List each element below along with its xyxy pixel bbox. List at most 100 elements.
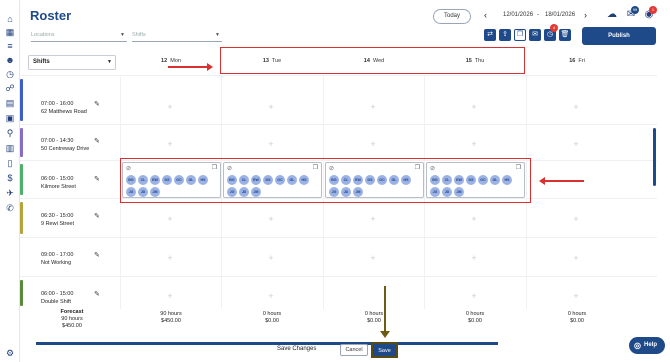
add-shift-icon[interactable]: +: [266, 214, 276, 224]
shift-time: 07:00 - 16:00: [41, 101, 74, 107]
clock-icon[interactable]: ◷: [5, 69, 15, 79]
shift-label: 06:00 - 15:00 Kilmore Street ✎: [20, 161, 119, 198]
next-week-icon[interactable]: ›: [584, 10, 587, 20]
add-shift-icon[interactable]: +: [368, 253, 378, 263]
plane-icon[interactable]: ✈: [5, 188, 15, 198]
chevron-down-icon: ▼: [215, 32, 220, 38]
add-shift-icon[interactable]: +: [165, 214, 175, 224]
vertical-scrollbar[interactable]: [653, 128, 656, 186]
dashboard-icon[interactable]: ▦: [5, 27, 15, 37]
prev-week-icon[interactable]: ‹: [484, 10, 487, 20]
add-shift-icon[interactable]: +: [165, 139, 175, 149]
location-icon[interactable]: ⚲: [5, 128, 15, 138]
date-from[interactable]: 12/01/2026: [503, 12, 533, 18]
forecast-total: Forecast 90 hours $450.00: [40, 309, 104, 330]
shift-location: Not Working: [41, 260, 72, 266]
shift-color-bar: [20, 202, 23, 234]
document-icon[interactable]: ▤: [5, 98, 15, 108]
shifts-placeholder: Shifts: [132, 32, 146, 38]
add-shift-icon[interactable]: +: [266, 139, 276, 149]
shift-color-bar: [20, 128, 23, 157]
shift-row: 06:00 - 15:00 Double Shift ✎ + + + +: [20, 276, 657, 309]
shifts-filter-select[interactable]: Shifts ▼: [132, 28, 222, 42]
add-shift-icon[interactable]: +: [469, 139, 479, 149]
edit-icon[interactable]: ✎: [94, 100, 100, 108]
edit-icon[interactable]: ✎: [94, 251, 100, 259]
shift-color-bar: [20, 164, 23, 195]
shift-row: 06:30 - 15:00 9 Rewi Street ✎ + + + + +: [20, 198, 657, 237]
home-icon[interactable]: ⌂: [5, 14, 15, 24]
edit-icon[interactable]: ✎: [94, 175, 100, 183]
forecast-cost: $450.00: [161, 318, 181, 324]
delete-button[interactable]: 🗑: [559, 29, 571, 41]
shift-location: 9 Rewi Street: [41, 221, 75, 227]
shift-location: Kilmore Street: [41, 184, 76, 190]
email-button[interactable]: ✉: [529, 29, 541, 41]
shift-time: 06:30 - 15:00: [41, 213, 74, 219]
forecast-total-hours: 90 hours: [61, 316, 83, 322]
add-shift-icon[interactable]: +: [571, 214, 581, 224]
forecast-hours: 90 hours: [160, 311, 182, 317]
money-icon[interactable]: $: [5, 173, 15, 183]
add-shift-icon[interactable]: +: [165, 102, 175, 112]
publish-button[interactable]: Publish: [582, 27, 656, 45]
forecast-cost: $0.00: [570, 318, 584, 324]
annotation-arrow-down: [380, 286, 390, 338]
view-select[interactable]: Shifts ▼: [28, 55, 116, 70]
add-shift-icon[interactable]: +: [368, 214, 378, 224]
add-shift-icon[interactable]: +: [571, 291, 581, 301]
annotation-arrow-right: [168, 63, 213, 71]
add-shift-icon[interactable]: +: [368, 139, 378, 149]
add-shift-icon[interactable]: +: [469, 291, 479, 301]
org-chart-icon[interactable]: ☍: [5, 83, 15, 93]
locations-select[interactable]: Locations ▼: [31, 28, 127, 42]
shift-label: 06:00 - 15:00 Double Shift ✎: [20, 277, 119, 309]
help-label: Help: [644, 342, 658, 348]
mail-badge: 99: [631, 6, 639, 14]
annotation-highlight-days: [220, 47, 525, 74]
shift-time: 09:00 - 17:00: [41, 252, 74, 258]
chevron-down-icon: ▼: [107, 59, 112, 65]
shift-location: 50 Centreway Drive: [41, 146, 90, 152]
book-icon[interactable]: ▥: [5, 143, 15, 153]
annotation-arrow-left: [539, 177, 584, 185]
settings-icon[interactable]: ⚙: [5, 348, 15, 358]
forecast-cost: $0.00: [265, 318, 279, 324]
file-icon[interactable]: ▯: [5, 158, 15, 168]
add-shift-icon[interactable]: +: [266, 253, 276, 263]
shift-color-bar: [20, 79, 23, 121]
cloud-icon[interactable]: ☁: [606, 9, 618, 21]
phone-icon[interactable]: ✆: [5, 203, 15, 213]
add-shift-icon[interactable]: +: [571, 253, 581, 263]
add-shift-icon[interactable]: +: [469, 102, 479, 112]
add-shift-icon[interactable]: +: [266, 291, 276, 301]
calendar-icon[interactable]: ▣: [5, 113, 15, 123]
list-icon[interactable]: ≡: [5, 41, 15, 51]
export-button[interactable]: ⇪: [499, 29, 511, 41]
shift-row: 07:00 - 14:30 50 Centreway Drive ✎ + + +…: [20, 124, 657, 160]
filter-button[interactable]: ⇄: [484, 29, 496, 41]
add-shift-icon[interactable]: +: [266, 102, 276, 112]
date-to[interactable]: 18/01/2026: [545, 12, 575, 18]
chevron-down-icon: ▼: [120, 32, 125, 38]
edit-icon[interactable]: ✎: [94, 290, 100, 298]
day-header-fri: 16 Fri: [569, 58, 585, 64]
add-shift-icon[interactable]: +: [469, 253, 479, 263]
forecast-total-cost: $450.00: [62, 323, 82, 329]
edit-icon[interactable]: ✎: [94, 137, 100, 145]
add-shift-icon[interactable]: +: [165, 253, 175, 263]
cancel-button[interactable]: Cancel: [340, 344, 368, 356]
copy-week-button[interactable]: ❐: [514, 29, 526, 41]
add-shift-icon[interactable]: +: [571, 102, 581, 112]
annotation-highlight-cells: [120, 158, 531, 203]
today-button[interactable]: Today: [433, 9, 471, 24]
add-shift-icon[interactable]: +: [571, 139, 581, 149]
shift-label: 09:00 - 17:00 Not Working ✎: [20, 238, 119, 276]
save-button[interactable]: Save: [371, 342, 398, 358]
add-shift-icon[interactable]: +: [368, 102, 378, 112]
help-button[interactable]: ◎ Help: [629, 337, 665, 354]
add-shift-icon[interactable]: +: [469, 214, 479, 224]
add-shift-icon[interactable]: +: [165, 291, 175, 301]
edit-icon[interactable]: ✎: [94, 212, 100, 220]
users-icon[interactable]: ☻: [5, 55, 15, 65]
